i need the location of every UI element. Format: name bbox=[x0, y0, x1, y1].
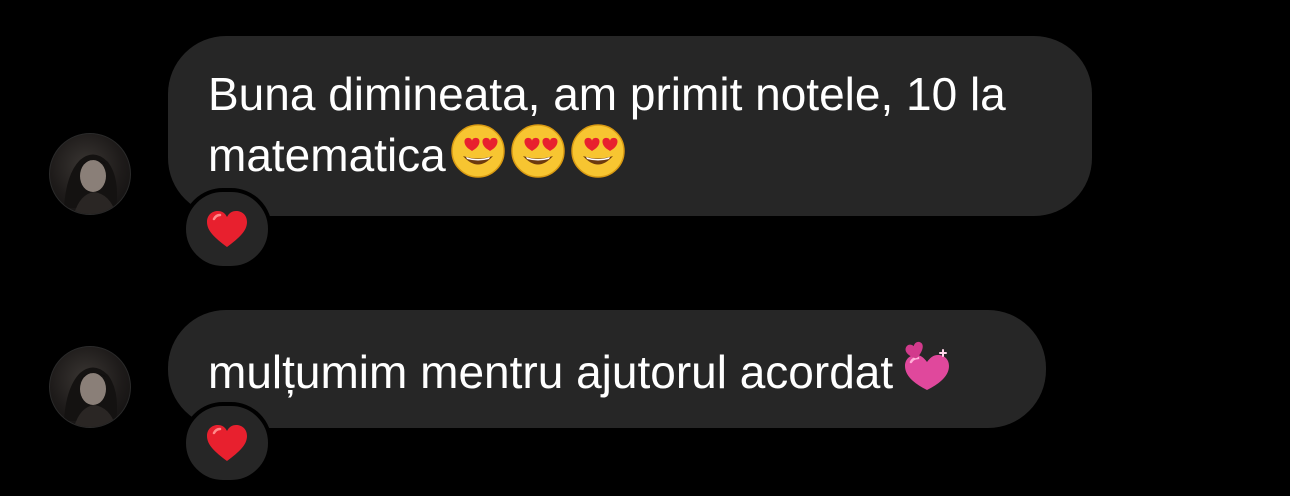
heart-eyes-emoji-icon bbox=[570, 123, 626, 192]
avatar-photo bbox=[64, 367, 117, 427]
message-bubble[interactable]: Buna dimineata, am primit notele, 10 la … bbox=[168, 36, 1092, 216]
message-text: mulțumim mentru ajutorul acordat bbox=[208, 346, 894, 398]
revolving-hearts-emoji-icon bbox=[897, 340, 953, 409]
sender-avatar[interactable] bbox=[49, 133, 131, 215]
chat-thread: Buna dimineata, am primit notele, 10 la … bbox=[0, 0, 1290, 496]
reaction-badge[interactable] bbox=[182, 402, 272, 484]
avatar-photo bbox=[64, 154, 117, 214]
red-heart-icon bbox=[207, 211, 247, 247]
heart-eyes-emoji-icon bbox=[450, 123, 506, 192]
reaction-badge[interactable] bbox=[182, 188, 272, 270]
heart-eyes-emoji-icon bbox=[510, 123, 566, 192]
sender-avatar[interactable] bbox=[49, 346, 131, 428]
message-bubble[interactable]: mulțumim mentru ajutorul acordat bbox=[168, 310, 1046, 428]
red-heart-icon bbox=[207, 425, 247, 461]
